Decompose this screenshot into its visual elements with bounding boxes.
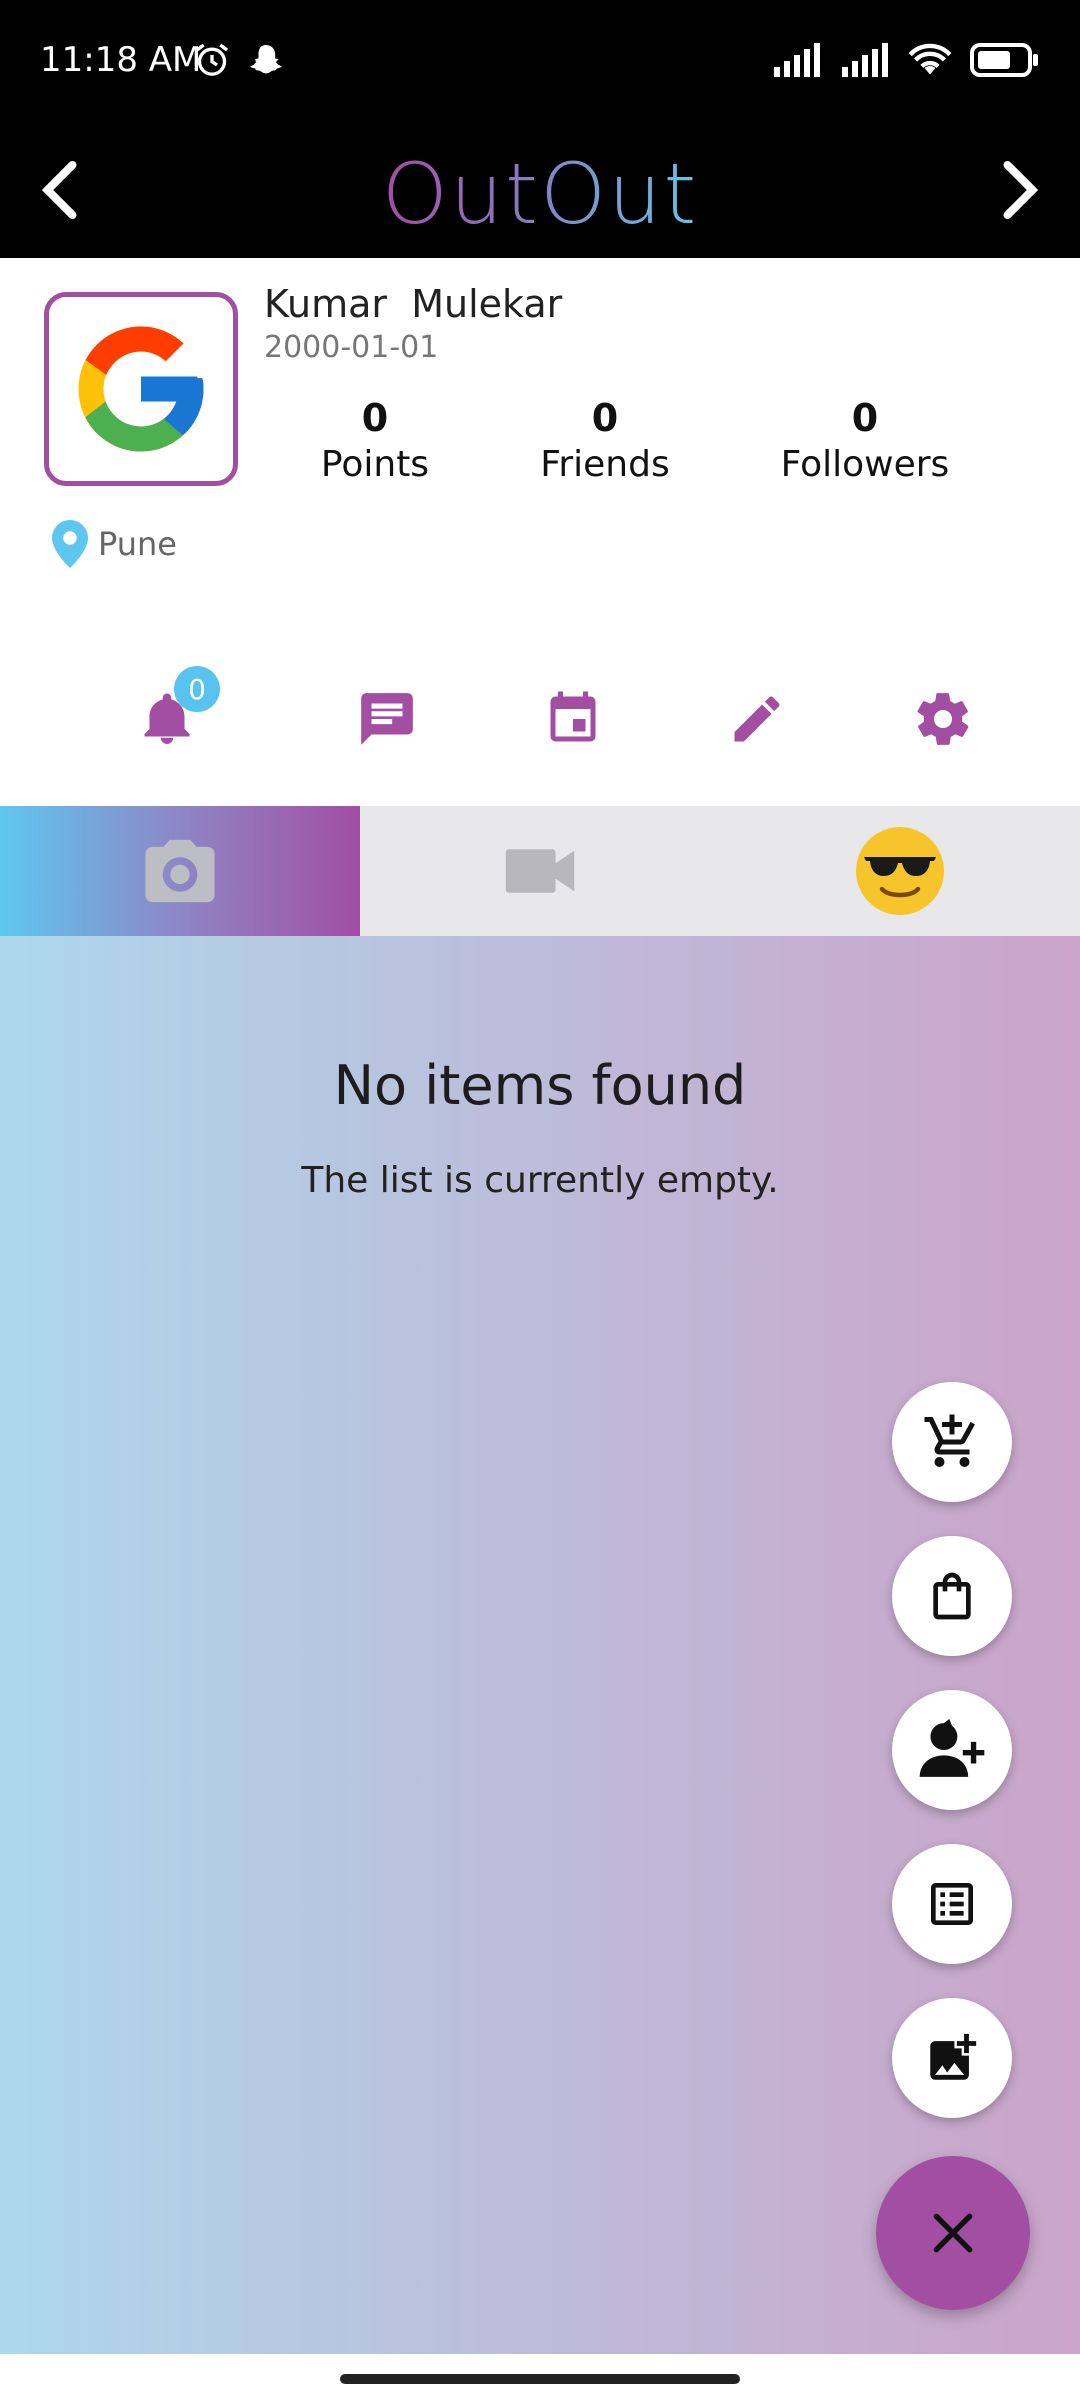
signal-icon bbox=[842, 43, 888, 77]
avatar[interactable] bbox=[44, 292, 238, 486]
location: Pune bbox=[52, 520, 177, 568]
chevron-right-icon bbox=[1003, 161, 1039, 219]
location-pin-icon bbox=[52, 520, 88, 568]
user-dob: 2000-01-01 bbox=[264, 330, 439, 365]
empty-state-subtitle: The list is currently empty. bbox=[301, 1160, 779, 1201]
points-value: 0 bbox=[361, 396, 389, 440]
action-row: 0 bbox=[0, 666, 1080, 764]
close-fab-button[interactable] bbox=[876, 2156, 1030, 2310]
messages-button[interactable] bbox=[342, 674, 432, 764]
stat-points[interactable]: 0 Points bbox=[300, 396, 450, 485]
tab-fun[interactable] bbox=[720, 806, 1080, 936]
home-bar[interactable] bbox=[340, 2374, 740, 2384]
followers-value: 0 bbox=[851, 396, 879, 440]
app-header: OutOut bbox=[0, 130, 1080, 258]
app-logo: OutOut bbox=[0, 130, 1080, 258]
status-icons-left bbox=[192, 40, 286, 80]
wifi-icon bbox=[908, 43, 952, 75]
tab-videos[interactable] bbox=[360, 806, 720, 936]
app-logo-text: OutOut bbox=[381, 145, 699, 243]
media-tabs bbox=[0, 806, 1080, 936]
empty-state-title: No items found bbox=[333, 1054, 747, 1117]
add-photo-button[interactable] bbox=[892, 1998, 1012, 2118]
stat-followers[interactable]: 0 Followers bbox=[760, 396, 970, 485]
battery-icon bbox=[970, 43, 1038, 77]
add-photo-icon bbox=[930, 2033, 977, 2080]
friends-value: 0 bbox=[591, 396, 619, 440]
camera-icon bbox=[145, 839, 215, 903]
notifications-button[interactable]: 0 bbox=[122, 666, 220, 764]
list-button[interactable] bbox=[892, 1844, 1012, 1964]
forward-button[interactable] bbox=[980, 150, 1060, 230]
video-icon bbox=[505, 849, 575, 893]
add-to-cart-button[interactable] bbox=[892, 1382, 1012, 1502]
status-icons-right bbox=[772, 42, 1040, 78]
add-person-icon bbox=[919, 1719, 985, 1777]
stat-friends[interactable]: 0 Friends bbox=[520, 396, 690, 485]
google-logo-icon bbox=[78, 326, 204, 452]
snapchat-icon bbox=[250, 45, 282, 74]
gear-icon bbox=[917, 693, 969, 745]
signal-icon bbox=[774, 43, 820, 77]
location-text: Pune bbox=[98, 525, 177, 563]
user-name: Kumar Mulekar bbox=[264, 282, 563, 326]
sunglasses-emoji-icon bbox=[856, 827, 944, 915]
close-icon bbox=[933, 2213, 973, 2253]
tab-photos[interactable] bbox=[0, 806, 360, 936]
list-icon bbox=[931, 1883, 973, 1925]
shopping-bag-icon bbox=[933, 1572, 971, 1620]
add-to-cart-icon bbox=[924, 1414, 975, 1467]
status-time: 11:18 AM bbox=[40, 40, 202, 80]
content-area: No items found The list is currently emp… bbox=[0, 936, 1080, 2354]
alarm-icon bbox=[196, 43, 228, 76]
profile-section: Kumar Mulekar 2000-01-01 0 Points 0 Frie… bbox=[0, 258, 1080, 806]
add-person-button[interactable] bbox=[892, 1690, 1012, 1810]
notifications-badge: 0 bbox=[174, 666, 220, 712]
friends-label: Friends bbox=[540, 444, 670, 485]
followers-label: Followers bbox=[780, 444, 950, 485]
calendar-button[interactable] bbox=[528, 674, 618, 764]
calendar-icon bbox=[550, 691, 596, 742]
edit-icon bbox=[734, 696, 780, 742]
points-label: Points bbox=[320, 444, 430, 485]
edit-button[interactable] bbox=[712, 674, 802, 764]
settings-button[interactable] bbox=[898, 674, 988, 764]
shopping-bag-button[interactable] bbox=[892, 1536, 1012, 1656]
status-bar: 11:18 AM bbox=[0, 0, 1080, 130]
home-indicator bbox=[0, 2354, 1080, 2400]
message-icon bbox=[361, 693, 413, 745]
